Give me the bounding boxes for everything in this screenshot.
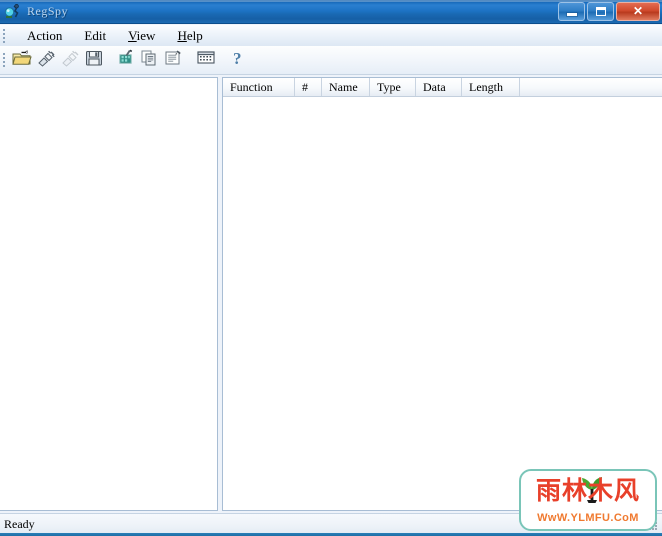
toolbar-gripper[interactable] <box>3 53 6 67</box>
column-header-function[interactable]: Function <box>223 78 295 96</box>
watermark-logo: 雨林木风 WwW.YLMFU.CoM <box>519 469 657 531</box>
toolbar-separator-1 <box>106 48 114 72</box>
maximize-button[interactable] <box>587 2 614 21</box>
column-header-length[interactable]: Length <box>462 78 520 96</box>
menu-gripper[interactable] <box>3 29 6 43</box>
copy-button[interactable] <box>138 48 162 72</box>
svg-text:?: ? <box>233 49 242 67</box>
watermark-url-text: WwW.YLMFU.CoM <box>537 512 639 524</box>
minimize-icon <box>567 13 577 16</box>
app-spy-icon <box>4 3 22 21</box>
disconnect-button[interactable] <box>58 48 82 72</box>
column-header-type[interactable]: Type <box>370 78 416 96</box>
copy-icon <box>140 49 160 72</box>
window-title: RegSpy <box>27 4 69 18</box>
menu-item-action[interactable]: Action <box>16 26 73 46</box>
watermark-chinese-text: 雨林木风 <box>535 476 640 505</box>
save-floppy-icon <box>85 49 103 72</box>
disconnect-plug-icon <box>60 49 80 72</box>
column-header-data[interactable]: Data <box>416 78 462 96</box>
regspy-window: RegSpy ✕ Action Edit View Help ? Functio… <box>0 0 662 536</box>
connect-button[interactable] <box>34 48 58 72</box>
list-header: Function # Name Type Data Length <box>223 78 662 97</box>
toolbar-buttons: ? <box>10 46 250 74</box>
close-button[interactable]: ✕ <box>616 2 660 21</box>
window-controls: ✕ <box>558 2 660 21</box>
grid-view-icon <box>196 49 216 71</box>
properties-icon <box>164 49 184 72</box>
tree-pane[interactable] <box>0 77 218 511</box>
save-button[interactable] <box>82 48 106 72</box>
open-icon <box>12 49 32 72</box>
column-header-number[interactable]: # <box>295 78 322 96</box>
column-header-filler <box>520 78 662 96</box>
connect-plug-icon <box>36 49 56 72</box>
properties-button[interactable] <box>162 48 186 72</box>
toolbar: ? <box>0 46 662 75</box>
open-button[interactable] <box>10 48 34 72</box>
menu-bar: Action Edit View Help <box>0 25 662 46</box>
client-area: Function # Name Type Data Length <box>0 76 662 512</box>
grid-view-button[interactable] <box>194 48 218 72</box>
spy-button[interactable] <box>114 48 138 72</box>
list-pane[interactable]: Function # Name Type Data Length <box>222 77 662 511</box>
menu-item-help[interactable]: Help <box>166 26 213 46</box>
menu-item-help-rest: elp <box>186 27 203 43</box>
maximize-icon <box>596 7 606 16</box>
menu-item-view[interactable]: View <box>117 26 166 46</box>
close-icon: ✕ <box>632 4 644 18</box>
title-bar[interactable]: RegSpy ✕ <box>0 0 662 24</box>
help-question-icon: ? <box>230 49 246 72</box>
minimize-button[interactable] <box>558 2 585 21</box>
toolbar-separator-3 <box>218 48 226 72</box>
menu-item-view-rest: iew <box>136 27 156 43</box>
help-button[interactable]: ? <box>226 48 250 72</box>
column-header-name[interactable]: Name <box>322 78 370 96</box>
menu-item-edit[interactable]: Edit <box>73 26 117 46</box>
list-body[interactable] <box>223 97 662 510</box>
toolbar-separator-2 <box>186 48 194 72</box>
spy-target-icon <box>116 49 136 72</box>
menu-item-list: Action Edit View Help <box>16 25 214 46</box>
status-text: Ready <box>4 517 35 531</box>
